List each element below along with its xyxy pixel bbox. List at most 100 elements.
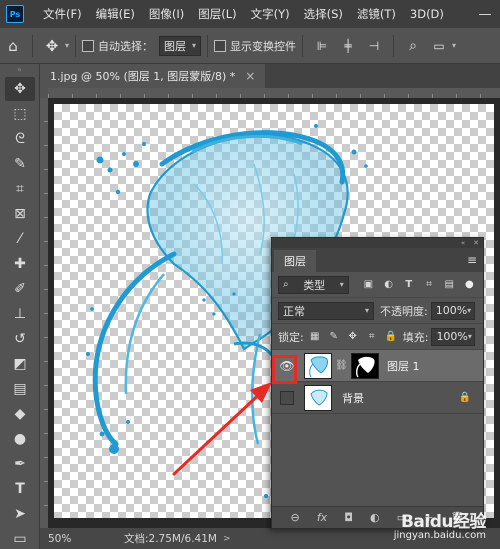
document-tab[interactable]: 1.jpg @ 50% (图层 1, 图层蒙版/8) * × [40,64,266,88]
eyedropper-tool-icon[interactable]: ⁄ [5,227,35,251]
close-panel-icon[interactable]: ✕ [473,239,479,247]
filter-adjustment-icon[interactable]: ◐ [381,277,396,293]
rectangle-tool-icon[interactable]: ▭ [5,527,35,549]
auto-select-dropdown[interactable]: 图层 ▾ [159,35,202,56]
chevron-down-icon: ▾ [339,280,344,289]
layer-thumbnail[interactable] [304,384,332,411]
menu-edit[interactable]: 编辑(E) [89,0,142,28]
layer-name[interactable]: 背景 [342,390,364,406]
vertical-ruler [40,98,48,528]
gradient-tool-icon[interactable]: ▤ [5,377,35,401]
layer-row[interactable]: 背景 🔒 [272,382,483,414]
lock-artboard-icon[interactable]: ⌗ [364,329,380,345]
document-tab-title: 1.jpg @ 50% (图层 1, 图层蒙版/8) * [50,70,236,83]
pen-tool-icon[interactable]: ✒ [5,452,35,476]
layer-thumbnail[interactable] [304,352,332,379]
mask-thumbnail-icon [355,356,375,377]
fx-icon[interactable]: fx [317,511,327,524]
lock-all-icon[interactable]: 🔒 [383,329,399,345]
filter-type-icon[interactable]: T [401,277,416,293]
opacity-field[interactable]: 100% ▾ [430,301,475,320]
filter-toggle-icon[interactable]: ● [462,277,477,293]
horizontal-ruler [48,88,500,98]
dodge-tool-icon[interactable]: ● [5,427,35,451]
frame-tool-icon[interactable]: ⊠ [5,202,35,226]
chevron-down-icon[interactable]: ▾ [452,41,456,50]
mask-icon[interactable]: ◘ [344,511,353,524]
lock-transparency-icon[interactable]: ▦ [307,329,323,345]
minimize-button[interactable]: — [470,7,500,22]
tools-panel: » ✥ ⬚ ᘓ ✎ ⌗ ⊠ ⁄ ✚ ✐ ⊥ ↺ ◩ ▤ ◆ ● ✒ T ➤ ▭ … [0,64,40,549]
crop-tool-icon[interactable]: ⌗ [5,177,35,201]
home-icon[interactable]: ⌂ [0,33,26,59]
filter-pixel-icon[interactable]: ▣ [361,277,376,293]
quick-selection-tool-icon[interactable]: ✎ [5,152,35,176]
baidu-watermark: Baidu经验 jingyan.baidu.com [393,507,487,541]
align-center-icon[interactable]: ╪ [335,33,361,59]
eraser-tool-icon[interactable]: ◩ [5,352,35,376]
lock-row: 锁定: ▦ ✎ ✥ ⌗ 🔒 填充: 100% ▾ [272,324,483,350]
adjustment-icon[interactable]: ◐ [370,511,380,524]
auto-select-value: 图层 [164,39,187,53]
layer-mask-thumbnail[interactable] [351,352,379,379]
options-bar: ⌂ ✥ ▾ 自动选择： 图层 ▾ 显示变换控件 ⊫ ╪ ⊣ ⌕ ▭ ▾ [0,28,500,64]
lasso-tool-icon[interactable]: ᘓ [5,127,35,151]
divider [207,34,209,57]
tab-layers[interactable]: 图层 [274,250,316,272]
divider [32,34,33,57]
healing-brush-tool-icon[interactable]: ✚ [5,252,35,276]
transform-controls-checkbox[interactable] [214,39,227,52]
path-selection-tool-icon[interactable]: ➤ [5,502,35,526]
layers-panel: « ✕ 图层 ≡ ⌕ 类型 ▾ ▣ ◐ T ⌗ ▤ ● 正常 ▾ 不透明度: 1… [271,237,484,529]
status-menu-arrow[interactable]: > [223,534,231,544]
mask-link-icon[interactable]: ⛓ [335,360,348,371]
fill-field[interactable]: 100% ▾ [431,327,476,346]
menu-3d[interactable]: 3D(D) [403,0,451,28]
menu-filter[interactable]: 滤镜(T) [350,0,403,28]
blur-tool-icon[interactable]: ◆ [5,402,35,426]
panel-menu-icon[interactable]: ≡ [467,253,477,267]
menu-type[interactable]: 文字(Y) [244,0,297,28]
collapse-panel-icon[interactable]: « [461,239,465,247]
search-icon[interactable]: ⌕ [400,33,426,59]
chevron-down-icon[interactable]: ▾ [65,41,69,50]
fill-label: 填充: [402,330,429,344]
blend-row: 正常 ▾ 不透明度: 100% ▾ [272,298,483,324]
watermark-url: jingyan.baidu.com [393,530,486,541]
panel-grip-icon[interactable]: » [0,64,39,76]
history-brush-tool-icon[interactable]: ↺ [5,327,35,351]
align-right-icon[interactable]: ⊣ [361,33,387,59]
workspace-icon[interactable]: ▭ [426,33,452,59]
type-tool-icon[interactable]: T [5,477,35,501]
link-icon[interactable]: ⊖ [291,511,300,524]
filter-kind-dropdown[interactable]: ⌕ 类型 ▾ [278,275,349,294]
zoom-level[interactable]: 50% [40,533,84,545]
chevron-down-icon: ▾ [467,306,472,315]
menu-items: 文件(F) 编辑(E) 图像(I) 图层(L) 文字(Y) 选择(S) 滤镜(T… [36,0,451,28]
menu-select[interactable]: 选择(S) [297,0,350,28]
layer-row[interactable]: 👁 ⛓ 图层 1 [272,350,483,382]
layer-filter-row: ⌕ 类型 ▾ ▣ ◐ T ⌗ ▤ ● [272,272,483,298]
brush-tool-icon[interactable]: ✐ [5,277,35,301]
fill-value: 100% [436,330,468,343]
lock-position-icon[interactable]: ✥ [345,329,361,345]
menu-file[interactable]: 文件(F) [36,0,89,28]
filter-shape-icon[interactable]: ⌗ [421,277,436,293]
layer-name[interactable]: 图层 1 [387,358,420,374]
blend-mode-dropdown[interactable]: 正常 ▾ [278,301,374,320]
menu-layer[interactable]: 图层(L) [191,0,243,28]
clone-stamp-tool-icon[interactable]: ⊥ [5,302,35,326]
divider [75,34,77,57]
lock-pixels-icon[interactable]: ✎ [326,329,342,345]
document-tab-bar: 1.jpg @ 50% (图层 1, 图层蒙版/8) * × [40,64,500,88]
auto-select-checkbox[interactable] [82,39,95,52]
filter-smart-object-icon[interactable]: ▤ [442,277,457,293]
marquee-tool-icon[interactable]: ⬚ [5,102,35,126]
align-left-icon[interactable]: ⊫ [309,33,335,59]
menu-image[interactable]: 图像(I) [142,0,191,28]
move-tool-icon[interactable]: ✥ [5,77,35,101]
visibility-toggle[interactable] [276,387,298,409]
opacity-value: 100% [435,304,468,317]
move-tool-icon[interactable]: ✥ [39,33,65,59]
close-tab-button[interactable]: × [245,69,255,83]
